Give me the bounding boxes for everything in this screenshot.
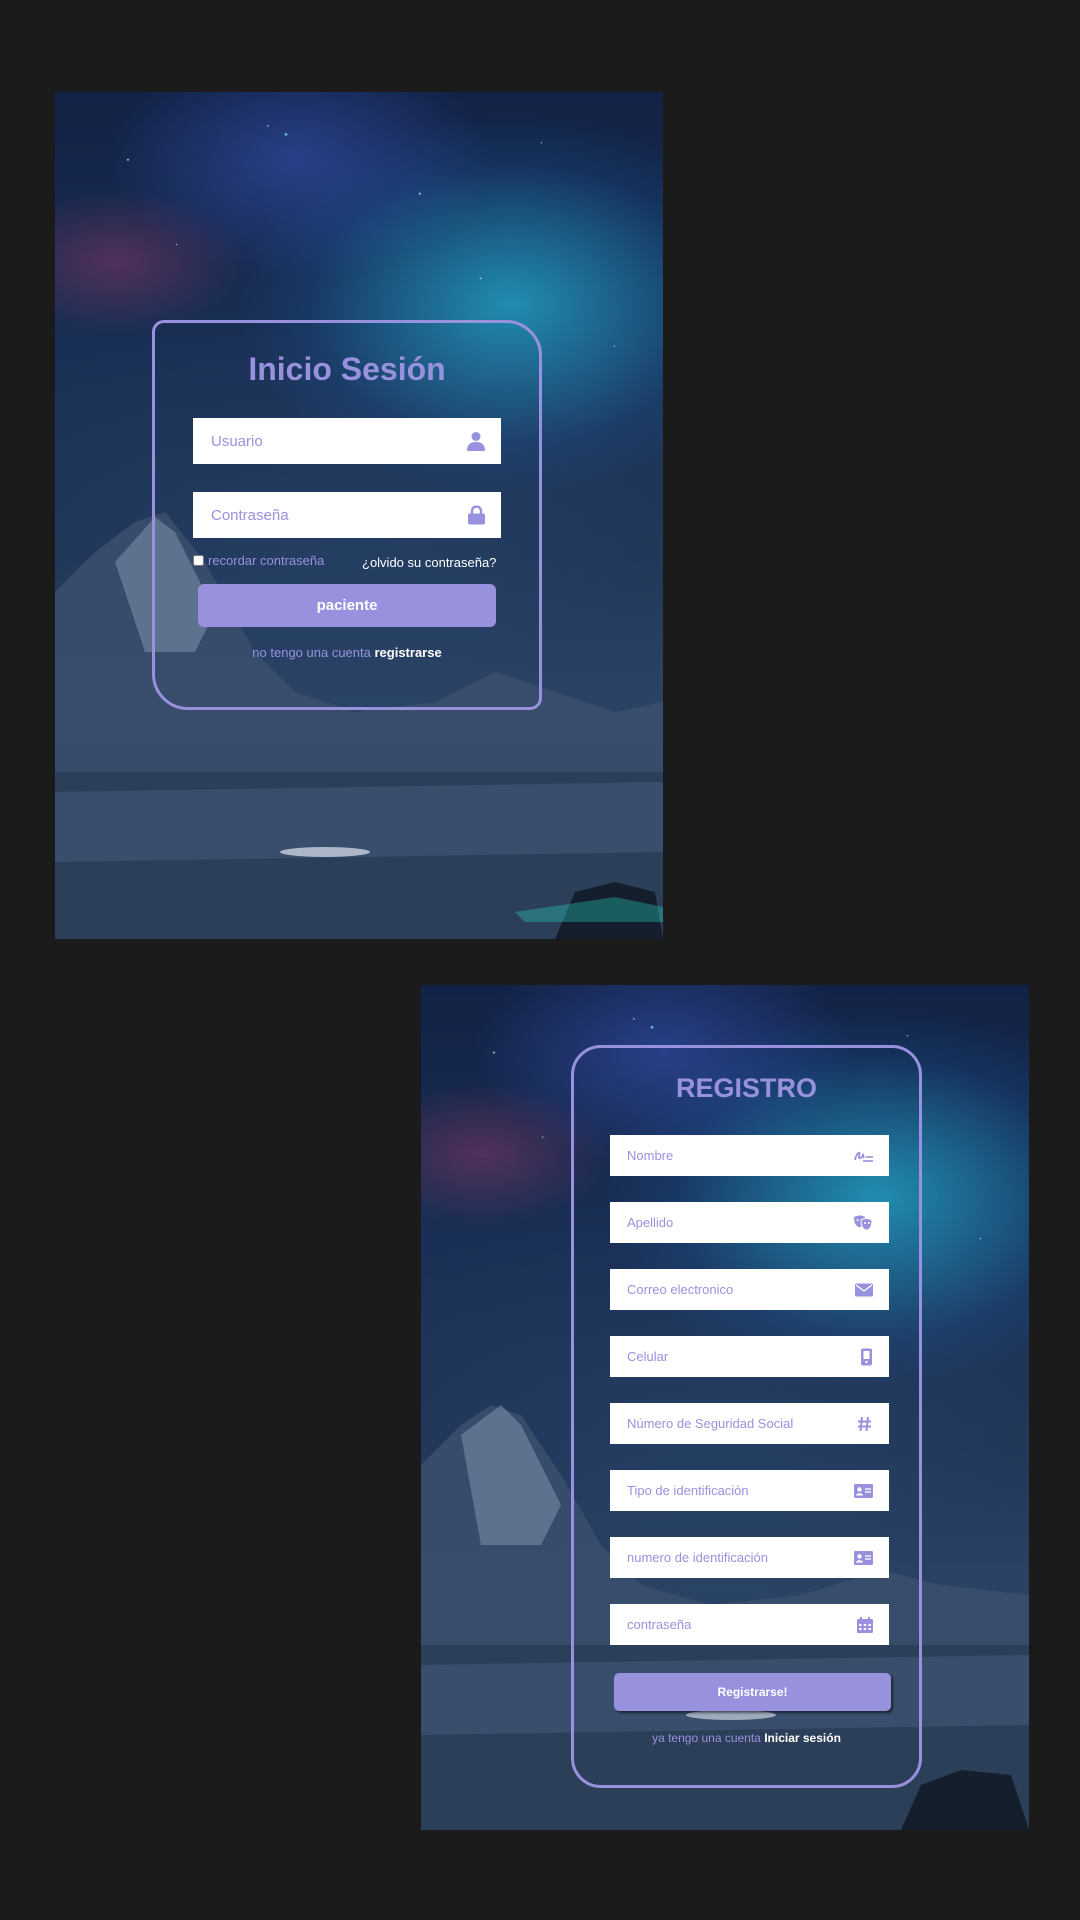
login-prompt: ya tengo una cuenta Iniciar sesión (574, 1731, 919, 1745)
id-card-icon (854, 1550, 873, 1565)
masks-icon (853, 1215, 873, 1231)
remember-checkbox-row[interactable]: recordar contraseña (193, 553, 324, 568)
tipo-identificacion-input[interactable] (627, 1470, 837, 1511)
login-card: Inicio Sesión recordar contraseña ¿olvid… (152, 320, 542, 710)
email-field[interactable] (610, 1269, 889, 1310)
login-link[interactable]: Iniciar sesión (764, 1731, 841, 1745)
register-password-field[interactable] (610, 1604, 889, 1645)
numero-identificacion-field[interactable] (610, 1537, 889, 1578)
seguridad-social-field[interactable] (610, 1403, 889, 1444)
login-title: Inicio Sesión (248, 351, 446, 387)
signature-icon (853, 1149, 873, 1163)
celular-field[interactable] (610, 1336, 889, 1377)
register-title: REGISTRO (675, 1073, 817, 1103)
username-field[interactable] (193, 418, 501, 464)
email-input[interactable] (627, 1269, 837, 1310)
nombre-input[interactable] (627, 1135, 837, 1176)
login-submit-button[interactable]: paciente (198, 584, 496, 627)
no-account-text: no tengo una cuenta (252, 645, 371, 660)
tipo-identificacion-field[interactable] (610, 1470, 889, 1511)
register-card: REGISTRO Nombre Apellido Correo electron… (571, 1045, 922, 1788)
apellido-field[interactable] (610, 1202, 889, 1243)
nombre-field[interactable] (610, 1135, 889, 1176)
lock-icon (468, 505, 485, 525)
password-input[interactable] (211, 492, 443, 538)
register-password-input[interactable] (627, 1604, 837, 1645)
numero-identificacion-input[interactable] (627, 1537, 837, 1578)
remember-checkbox[interactable] (193, 555, 204, 566)
celular-input[interactable] (627, 1336, 837, 1377)
forgot-password-link[interactable]: ¿olvido su contraseña? (362, 555, 496, 570)
password-field[interactable] (193, 492, 501, 538)
register-panel: REGISTRO Nombre Apellido Correo electron… (421, 985, 1029, 1830)
register-link[interactable]: registrarse (374, 645, 441, 660)
login-panel: Inicio Sesión recordar contraseña ¿olvid… (55, 92, 663, 939)
calendar-icon (857, 1616, 873, 1633)
user-icon (467, 431, 485, 451)
seguridad-social-input[interactable] (627, 1403, 837, 1444)
id-card-icon (854, 1483, 873, 1498)
mobile-icon (861, 1348, 872, 1365)
envelope-icon (855, 1283, 873, 1296)
apellido-input[interactable] (627, 1202, 837, 1243)
remember-label: recordar contraseña (208, 553, 325, 568)
have-account-text: ya tengo una cuenta (652, 1731, 761, 1745)
username-input[interactable] (211, 418, 443, 464)
register-prompt: no tengo una cuenta registrarse (155, 645, 539, 660)
hashtag-icon (857, 1416, 872, 1432)
register-submit-button[interactable]: Registrarse! (614, 1673, 891, 1711)
